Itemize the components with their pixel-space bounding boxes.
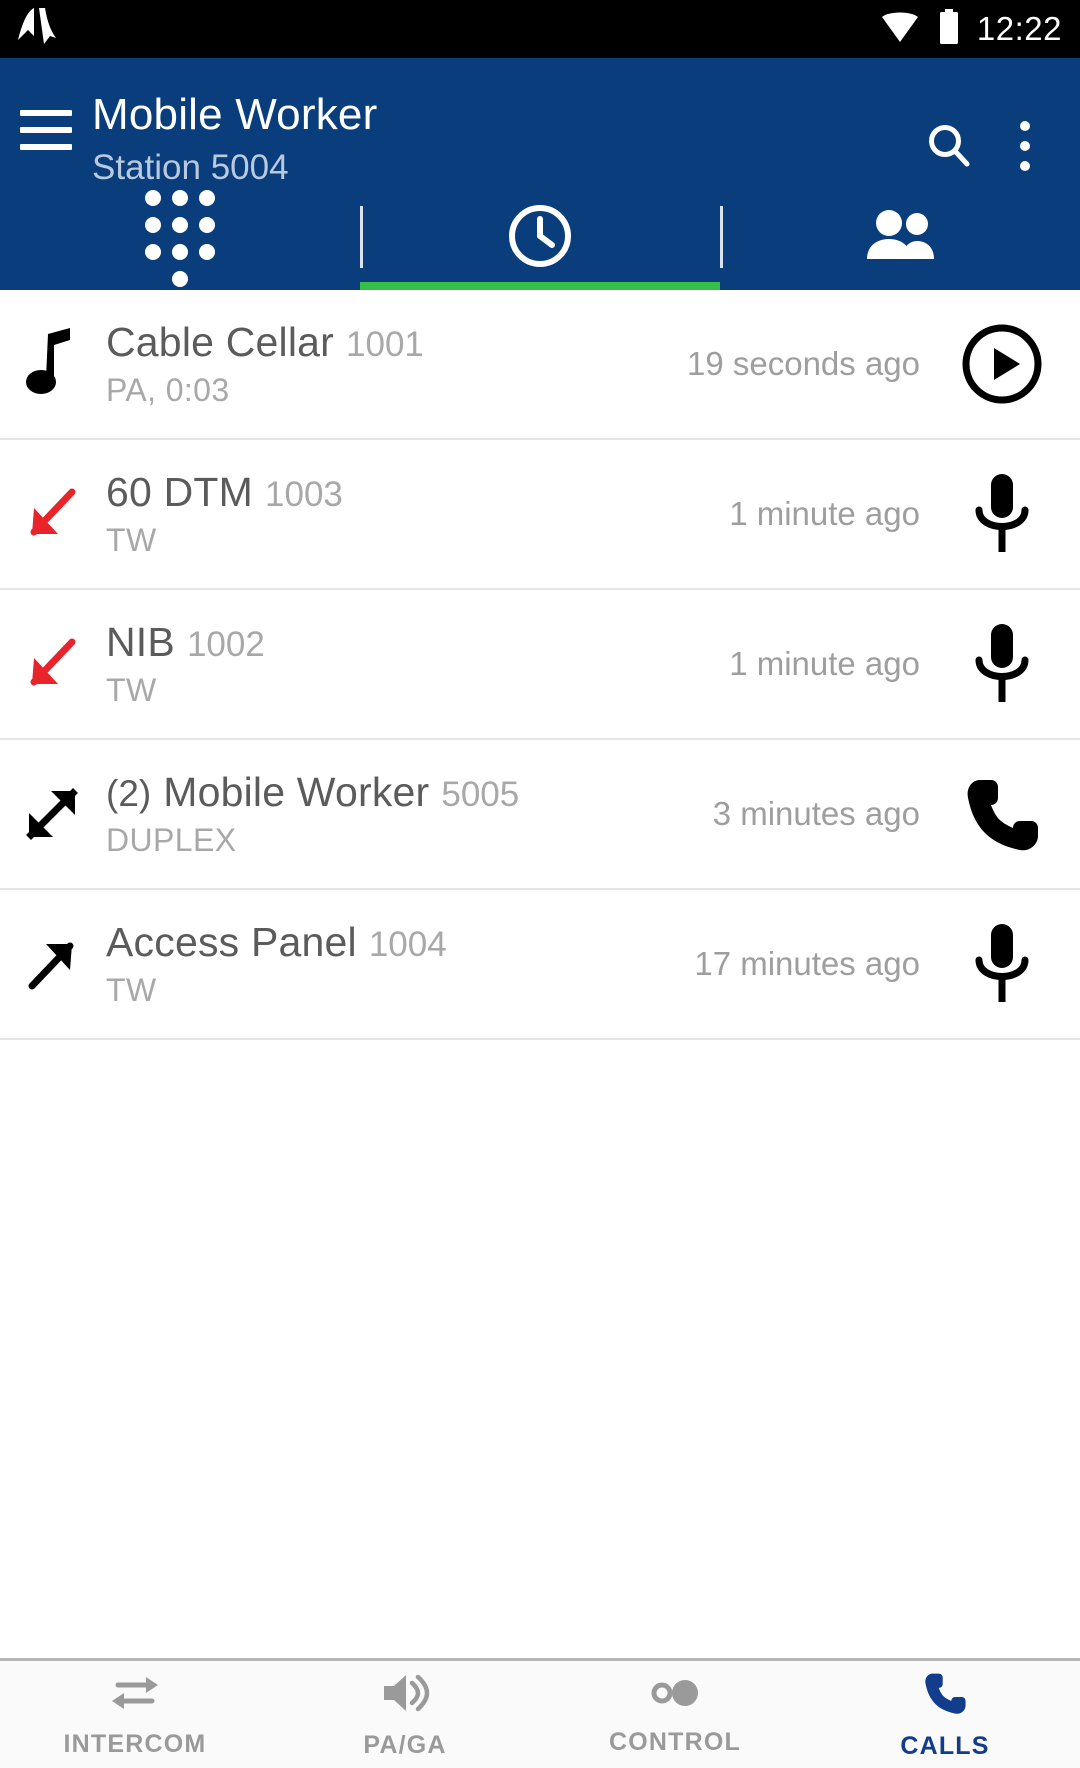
status-bar-right: 12:22 — [879, 8, 1062, 50]
nav-item-paga[interactable]: PA/GA — [270, 1661, 540, 1768]
nav-label-control: CONTROL — [609, 1727, 741, 1756]
call-count-prefix: (2) — [106, 773, 152, 814]
caller-extension: 1004 — [368, 925, 447, 964]
phone-icon — [921, 1669, 969, 1722]
table-row[interactable]: (2) Mobile Worker 5005 DUPLEX 3 minutes … — [0, 740, 1080, 890]
call-subtitle: PA, 0:03 — [106, 372, 230, 408]
call-entry-text: Cable Cellar 1001 PA, 0:03 — [104, 319, 687, 409]
caller-name: Cable Cellar — [106, 319, 335, 365]
status-bar: 12:22 — [0, 0, 1080, 58]
more-vert-icon[interactable] — [992, 113, 1058, 179]
microphone-icon[interactable] — [950, 620, 1054, 708]
nav-label-intercom: INTERCOM — [63, 1729, 207, 1758]
call-subtitle: TW — [106, 522, 157, 558]
clock-icon — [506, 202, 574, 275]
status-bar-left — [14, 6, 60, 53]
call-timestamp: 1 minute ago — [729, 495, 920, 532]
call-subtitle: TW — [106, 672, 157, 708]
nav-item-calls[interactable]: CALLS — [810, 1661, 1080, 1768]
play-circle-icon[interactable] — [950, 322, 1054, 406]
table-row[interactable]: Cable Cellar 1001 PA, 0:03 19 seconds ag… — [0, 290, 1080, 440]
music-note-icon — [0, 328, 104, 400]
caller-name: Access Panel — [106, 919, 357, 965]
call-timestamp: 1 minute ago — [729, 645, 920, 682]
microphone-icon[interactable] — [950, 470, 1054, 558]
table-row[interactable]: Access Panel 1004 TW 17 minutes ago — [0, 890, 1080, 1040]
caller-extension: 1003 — [265, 475, 343, 514]
people-icon — [862, 207, 938, 270]
arrow-incoming-missed-icon — [0, 482, 104, 546]
tab-bar — [0, 186, 1080, 290]
arrow-duplex-icon — [0, 781, 104, 847]
hamburger-line — [20, 144, 72, 150]
speaker-icon — [380, 1670, 430, 1721]
nav-item-control[interactable]: CONTROL — [540, 1661, 810, 1768]
caller-extension: 1001 — [346, 325, 424, 364]
call-timestamp: 3 minutes ago — [712, 795, 920, 832]
call-history-list: Cable Cellar 1001 PA, 0:03 19 seconds ag… — [0, 290, 1080, 1040]
dialpad-icon — [145, 189, 215, 287]
microphone-icon[interactable] — [950, 920, 1054, 1008]
wifi-icon — [879, 10, 921, 49]
call-subtitle: TW — [106, 972, 157, 1008]
nav-item-intercom[interactable]: INTERCOM — [0, 1661, 270, 1768]
active-tab-indicator — [359, 282, 720, 290]
caller-name: NIB — [106, 619, 175, 665]
nav-label-paga: PA/GA — [363, 1730, 447, 1759]
battery-full-icon — [937, 8, 961, 50]
table-row[interactable]: 60 DTM 1003 TW 1 minute ago — [0, 440, 1080, 590]
call-timestamp: 19 seconds ago — [686, 345, 920, 382]
toggle-dots-icon — [647, 1673, 703, 1718]
nav-label-calls: CALLS — [900, 1731, 990, 1760]
bottom-navigation-bar: INTERCOM PA/GA CONTROL CALLS — [0, 1658, 1080, 1768]
caller-name: 60 DTM — [106, 469, 254, 515]
caller-extension: 1002 — [186, 625, 265, 664]
app-bar-top-row: Mobile Worker Station 5004 — [0, 58, 1080, 187]
page-title: Mobile Worker — [92, 90, 378, 139]
tab-recents[interactable] — [360, 186, 720, 290]
hamburger-line — [20, 127, 72, 133]
app-bar-actions — [916, 68, 1080, 179]
call-entry-text: Access Panel 1004 TW — [104, 919, 694, 1009]
swap-arrows-icon — [108, 1671, 162, 1720]
arrow-incoming-missed-icon — [0, 632, 104, 696]
page-subtitle: Station 5004 — [92, 148, 289, 187]
caller-name: Mobile Worker — [163, 769, 430, 815]
hamburger-line — [20, 110, 72, 116]
search-icon[interactable] — [916, 113, 982, 179]
call-subtitle: DUPLEX — [106, 822, 237, 858]
call-entry-text: (2) Mobile Worker 5005 DUPLEX — [104, 769, 713, 859]
status-bar-clock: 12:22 — [976, 10, 1062, 47]
table-row[interactable]: NIB 1002 TW 1 minute ago — [0, 590, 1080, 740]
tab-contacts[interactable] — [720, 186, 1080, 290]
call-entry-text: 60 DTM 1003 TW — [104, 469, 729, 559]
call-entry-text: NIB 1002 TW — [104, 619, 729, 709]
arrow-outgoing-icon — [0, 932, 104, 996]
app-bar-titles: Mobile Worker Station 5004 — [92, 68, 916, 192]
tab-dialpad[interactable] — [0, 186, 360, 290]
hamburger-menu-icon[interactable] — [0, 68, 92, 150]
phone-icon[interactable] — [950, 772, 1054, 856]
av-waveform-icon — [14, 6, 60, 53]
call-timestamp: 17 minutes ago — [694, 945, 920, 982]
app-bar: Mobile Worker Station 5004 — [0, 58, 1080, 290]
caller-extension: 5005 — [441, 775, 520, 814]
